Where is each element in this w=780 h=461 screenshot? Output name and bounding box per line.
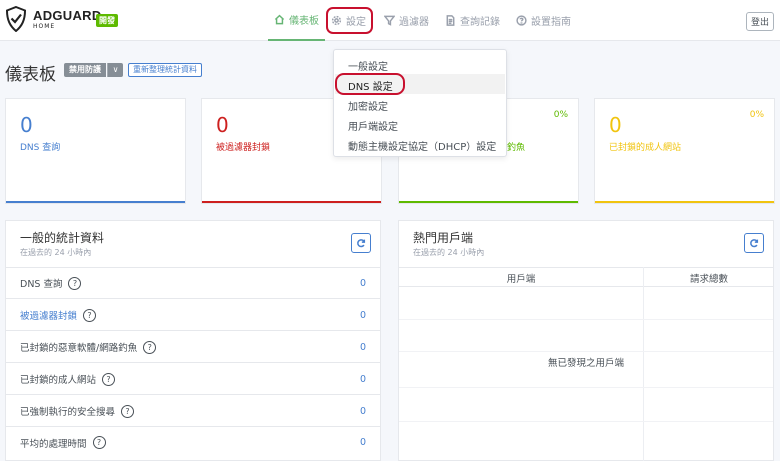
chevron-down-icon: ∨ <box>112 65 119 74</box>
home-icon <box>274 14 285 25</box>
nav-query-log-label: 查詢記錄 <box>460 17 500 28</box>
refresh-button[interactable] <box>351 233 371 253</box>
header-bar: ADGUARD HOME 開發 儀表板 設定 過濾器 查詢記錄 設置指南 登出 <box>0 0 780 41</box>
row-divider <box>399 421 773 422</box>
row-value: 0 <box>359 405 366 417</box>
stat-label: 被過濾器封鎖 <box>216 143 271 153</box>
help-icon[interactable]: ? <box>143 340 157 354</box>
nav-dashboard-label: 儀表板 <box>289 16 319 27</box>
row-value: 0 <box>359 277 366 289</box>
stat-percent: 0% <box>749 110 764 120</box>
logout-button[interactable]: 登出 <box>745 12 774 31</box>
logo-subtext: HOME <box>33 22 56 30</box>
nav-query-log[interactable]: 查詢記錄 <box>439 0 506 41</box>
stat-row-adult-sites: 已封鎖的成人網站 ? 0 <box>6 364 380 395</box>
page-title: 儀表板 <box>5 65 56 85</box>
stat-percent: 0% <box>553 110 568 120</box>
stat-row-dns-queries: DNS 查詢 ? 0 <box>6 268 380 299</box>
menu-item-dhcp-settings[interactable]: 動態主機設定協定（DHCP）設定 <box>348 138 496 153</box>
card-subtitle: 在過去的 24 小時內 <box>413 248 485 257</box>
column-header-requests[interactable]: 請求總數 <box>643 271 775 285</box>
row-label: 已封鎖的成人網站 <box>20 375 97 386</box>
main-nav: 儀表板 設定 過濾器 查詢記錄 設置指南 <box>268 0 577 41</box>
stat-value: 0 <box>20 113 33 137</box>
row-value: 0 <box>359 373 366 385</box>
stat-bar <box>202 201 381 203</box>
general-statistics-card: 一般的統計資料 在過去的 24 小時內 DNS 查詢 ? 0 被過濾器封鎖 ? … <box>5 220 381 461</box>
stat-bar <box>399 201 578 203</box>
protection-dropdown-toggle[interactable]: ∨ <box>107 63 123 77</box>
nav-setup-guide[interactable]: 設置指南 <box>510 0 577 41</box>
menu-item-encryption-settings[interactable]: 加密設定 <box>348 98 388 113</box>
help-icon[interactable]: ? <box>83 308 97 322</box>
row-value: 0 <box>359 309 366 321</box>
nav-filters[interactable]: 過濾器 <box>378 0 435 41</box>
logo-text: ADGUARD <box>33 7 102 23</box>
row-divider <box>399 387 773 388</box>
settings-dropdown-menu: 一般設定 DNS 設定 加密設定 用戶端設定 動態主機設定協定（DHCP）設定 <box>333 49 507 157</box>
stat-bar <box>6 201 185 203</box>
row-label: 已強制執行的安全搜尋 <box>20 407 116 418</box>
row-divider <box>399 319 773 320</box>
row-label: 平均的處理時間 <box>20 438 87 450</box>
nav-setup-guide-label: 設置指南 <box>531 17 571 28</box>
stat-value: 0 <box>609 113 622 137</box>
refresh-icon <box>750 239 759 248</box>
menu-item-general-settings[interactable]: 一般設定 <box>348 58 388 73</box>
stat-row-safe-search: 已強制執行的安全搜尋 ? 0 <box>6 396 380 427</box>
stat-label: 釣魚 <box>507 143 526 153</box>
menu-item-client-settings[interactable]: 用戶端設定 <box>348 118 398 133</box>
help-icon[interactable]: ? <box>68 276 82 290</box>
highlight-ring-settings <box>326 7 373 34</box>
stat-value: 0 <box>216 113 229 137</box>
stat-bar <box>595 201 774 203</box>
stat-label: DNS 查詢 <box>20 143 61 153</box>
help-icon[interactable]: ? <box>102 372 116 386</box>
row-label: 已封鎖的惡意軟體/網路釣魚 <box>20 343 138 354</box>
refresh-button[interactable] <box>744 233 764 253</box>
row-divider <box>399 351 773 352</box>
row-value: 0 <box>359 437 366 448</box>
row-value: 0 <box>359 341 366 353</box>
card-title: 熱門用戶端 <box>413 231 474 245</box>
dev-badge: 開發 <box>96 14 118 27</box>
row-label[interactable]: 被過濾器封鎖 <box>20 308 77 322</box>
disable-protection-button[interactable]: 禁用防護 <box>64 63 106 77</box>
shield-check-icon <box>5 6 27 32</box>
document-icon <box>446 15 455 26</box>
filter-icon <box>384 15 395 26</box>
help-icon[interactable]: ? <box>92 436 106 449</box>
refresh-icon <box>357 239 366 248</box>
row-label: DNS 查詢 <box>20 279 63 290</box>
empty-state-text: 無已發現之用戶端 <box>547 358 624 369</box>
top-clients-card: 熱門用戶端 在過去的 24 小時內 用戶端 請求總數 無已發現之用戶端 <box>398 220 774 461</box>
stat-row-malware-phishing: 已封鎖的惡意軟體/網路釣魚 ? 0 <box>6 332 380 363</box>
table-header: 用戶端 請求總數 <box>399 267 773 287</box>
column-header-client[interactable]: 用戶端 <box>399 271 643 285</box>
adguard-logo[interactable]: ADGUARD HOME <box>5 6 102 32</box>
stat-label: 已封鎖的成人網站 <box>609 143 682 153</box>
stat-card-adult-sites: 0% 0 已封鎖的成人網站 <box>594 98 775 204</box>
nav-filters-label: 過濾器 <box>399 17 429 28</box>
card-subtitle: 在過去的 24 小時內 <box>20 248 92 257</box>
nav-dashboard[interactable]: 儀表板 <box>268 0 325 41</box>
highlight-ring-dns-settings <box>335 73 405 95</box>
refresh-stats-button[interactable]: 重新整理統計資料 <box>128 63 202 77</box>
help-icon[interactable]: ? <box>121 404 135 418</box>
card-title: 一般的統計資料 <box>20 231 105 245</box>
stat-row-avg-processing-time: 平均的處理時間 ? 0 <box>6 427 380 458</box>
stat-card-dns-queries: 0 DNS 查詢 <box>5 98 186 204</box>
stat-row-blocked-filters: 被過濾器封鎖 ? 0 <box>6 300 380 331</box>
help-circle-icon <box>516 15 527 26</box>
